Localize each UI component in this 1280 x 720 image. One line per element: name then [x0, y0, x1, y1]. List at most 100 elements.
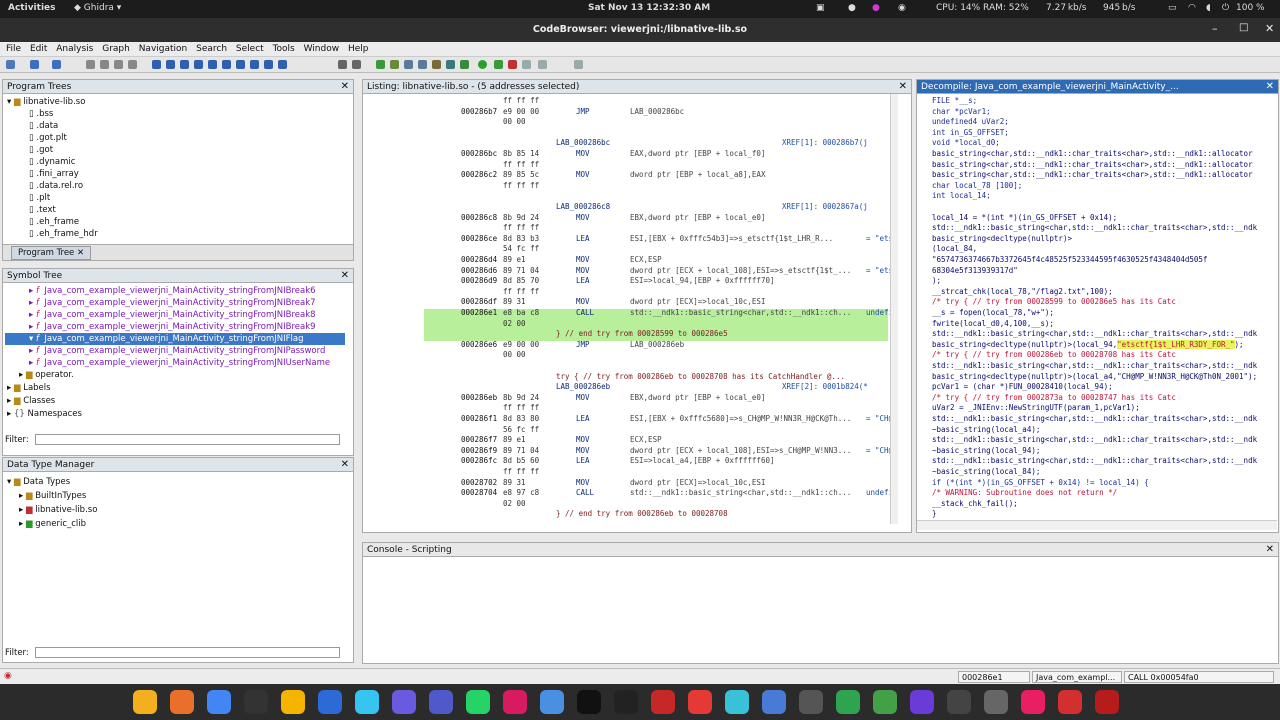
listing-mnemonic[interactable]: LEA — [576, 234, 590, 244]
tool-icon[interactable] — [418, 60, 427, 69]
listing-address[interactable]: 000286d6 — [461, 266, 497, 276]
listing-mnemonic[interactable]: MOV — [576, 266, 590, 276]
listing-bytes[interactable]: 89 e1 — [503, 435, 526, 445]
tool-icon[interactable] — [460, 60, 469, 69]
screen-icon[interactable]: ▭ — [1168, 3, 1177, 13]
listing-mnemonic[interactable]: LEA — [576, 414, 590, 424]
listing-operand[interactable]: EAX,dword ptr [EBP + local_f0] — [630, 149, 765, 159]
listing-bytes[interactable]: 89 31 — [503, 297, 526, 307]
decompile-line[interactable]: /* try { // try from 0002873a to 0002874… — [932, 393, 1176, 404]
menu-navigation[interactable]: Navigation — [139, 44, 188, 54]
listing-mnemonic[interactable]: MOV — [576, 393, 590, 403]
listing-bytes[interactable]: 8b 85 14 — [503, 149, 539, 159]
listing-scrollbar[interactable] — [890, 94, 898, 524]
decompile-line[interactable]: int local_14; — [932, 191, 991, 202]
listing-operand[interactable]: dword ptr [EBP + local_a8],EAX — [630, 170, 765, 180]
listing-operand[interactable]: LAB_000286eb — [630, 340, 684, 350]
wifi-icon[interactable]: ◠ — [1188, 3, 1196, 13]
decompile-line[interactable]: basic_string<decltype(nullptr)>(local_94… — [932, 339, 1244, 351]
listing-mnemonic[interactable]: MOV — [576, 170, 590, 180]
decompile-line[interactable]: int in_GS_OFFSET; — [932, 128, 1009, 139]
decompile-line[interactable]: /* try { // try from 00028599 to 000286e… — [932, 297, 1176, 308]
listing-address[interactable]: 00028704 — [461, 488, 497, 498]
listing-mnemonic[interactable]: MOV — [576, 478, 590, 488]
dock-app-icon[interactable] — [281, 690, 305, 714]
dock-app-icon[interactable] — [651, 690, 675, 714]
symbol-group[interactable]: ▸ ▆ Labels — [7, 382, 51, 394]
minimize-button[interactable]: – — [1212, 22, 1218, 35]
listing-address[interactable]: 000286d4 — [461, 255, 497, 265]
next-icon[interactable] — [222, 60, 231, 69]
decompile-line[interactable]: void *local_d0; — [932, 138, 1000, 149]
dock-app-icon[interactable] — [577, 690, 601, 714]
tray-icon[interactable]: ▣ — [816, 3, 825, 13]
tool-icon[interactable] — [574, 60, 583, 69]
nav-icon[interactable] — [100, 60, 109, 69]
next-icon[interactable] — [264, 60, 273, 69]
listing-operand[interactable]: dword ptr [ECX + local_108],ESI=>s_etsct… — [630, 266, 851, 276]
nav-icon[interactable] — [114, 60, 123, 69]
decompile-line[interactable]: if (*(int *)(in_GS_OFFSET + 0x14) != loc… — [932, 478, 1149, 489]
listing-bytes[interactable]: e9 00 00 — [503, 107, 539, 117]
back-icon[interactable] — [30, 60, 39, 69]
menu-tools[interactable]: Tools — [273, 44, 295, 54]
symbol-group[interactable]: ▸ {} Namespaces — [7, 408, 82, 420]
listing-xref[interactable]: XREF[1]: 0002867a(j — [782, 202, 868, 212]
tab-program-tree[interactable]: Program Tree ✕ — [11, 246, 92, 260]
listing-mnemonic[interactable]: MOV — [576, 255, 590, 265]
close-icon[interactable]: ✕ — [341, 80, 349, 93]
listing-bytes[interactable]: ff ff ff — [503, 287, 539, 297]
listing-label[interactable]: LAB_000286bc — [556, 138, 610, 148]
tool-icon[interactable] — [538, 60, 547, 69]
decompile-line[interactable]: undefined4 uVar2; — [932, 117, 1009, 128]
listing-operand[interactable]: EBX,dword ptr [EBP + local_e0] — [630, 213, 765, 223]
listing-address[interactable]: 000286f9 — [461, 446, 497, 456]
close-icon[interactable]: ✕ — [1266, 543, 1274, 556]
listing-address[interactable]: 000286c8 — [461, 213, 497, 223]
decompile-line[interactable]: local_14 = *(int *)(in_GS_OFFSET + 0x14)… — [932, 213, 1117, 224]
close-icon[interactable]: ✕ — [899, 80, 907, 93]
activities-button[interactable]: Activities — [8, 3, 56, 13]
listing-bytes[interactable]: 8b 9d 24 — [503, 393, 539, 403]
listing-mnemonic[interactable]: MOV — [576, 213, 590, 223]
listing-bytes[interactable]: ff ff ff — [503, 223, 539, 233]
listing-label[interactable]: try { // try from 000286eb to 00028708 h… — [556, 372, 845, 382]
datatype-filter-input[interactable] — [35, 647, 340, 658]
power-icon[interactable]: ⏻ — [1222, 3, 1229, 13]
decompile-line[interactable]: "6574736374667b3372645f4c48525f523344595… — [932, 255, 1207, 266]
listing-bytes[interactable]: 8d 85 70 — [503, 276, 539, 286]
tree-item[interactable]: ▯ .eh_frame_hdr — [29, 228, 98, 240]
clock[interactable]: Sat Nov 13 12:32:30 AM — [588, 3, 710, 13]
listing-address[interactable]: 000286eb — [461, 393, 497, 403]
listing-address[interactable]: 000286f7 — [461, 435, 497, 445]
listing-bytes[interactable]: ff ff ff — [503, 96, 539, 106]
decompile-line[interactable]: ~basic_string(local_a4); — [932, 425, 1040, 436]
nav-icon[interactable] — [128, 60, 137, 69]
symbol-item[interactable]: ▸ f Java_com_example_viewerjni_MainActiv… — [29, 309, 316, 321]
close-icon[interactable]: ✕ — [341, 458, 349, 471]
tree-item[interactable]: ▯ .plt — [29, 192, 50, 204]
dock-app-icon[interactable] — [318, 690, 342, 714]
decompile-line[interactable]: std::__ndk1::basic_string<char,std::__nd… — [932, 329, 1257, 340]
listing-operand[interactable]: EBX,dword ptr [EBP + local_e0] — [630, 393, 765, 403]
listing-operand[interactable]: std::__ndk1::basic_string<char,std::__nd… — [630, 308, 851, 318]
dock-app-icon[interactable] — [355, 690, 379, 714]
listing-bytes[interactable]: 8d 83 80 — [503, 414, 539, 424]
datatype-item[interactable]: ▸ ▆ BuiltInTypes — [19, 490, 86, 502]
decompile-line[interactable]: pcVar1 = (char *)FUN_00028410(local_94); — [932, 382, 1113, 393]
listing-mnemonic[interactable]: CALL — [576, 308, 594, 318]
tree-item[interactable]: ▯ .fini_array — [29, 168, 79, 180]
listing-mnemonic[interactable]: MOV — [576, 297, 590, 307]
tree-item[interactable]: ▯ .bss — [29, 108, 53, 120]
menu-file[interactable]: File — [6, 44, 21, 54]
datatype-item[interactable]: ▸ ▆ libnative-lib.so — [19, 504, 97, 516]
decompile-line[interactable]: basic_string<char,std::__ndk1::char_trai… — [932, 149, 1253, 160]
listing-bytes[interactable]: 89 71 04 — [503, 266, 539, 276]
next-icon[interactable] — [208, 60, 217, 69]
dock-app-icon[interactable] — [799, 690, 823, 714]
tool-icon[interactable] — [494, 60, 503, 69]
datatype-item[interactable]: ▸ ▆ generic_clib — [19, 518, 86, 530]
decompile-line[interactable]: basic_string<char,std::__ndk1::char_trai… — [932, 160, 1253, 171]
next-icon[interactable] — [250, 60, 259, 69]
listing-bytes[interactable]: 54 fc ff — [503, 244, 539, 254]
